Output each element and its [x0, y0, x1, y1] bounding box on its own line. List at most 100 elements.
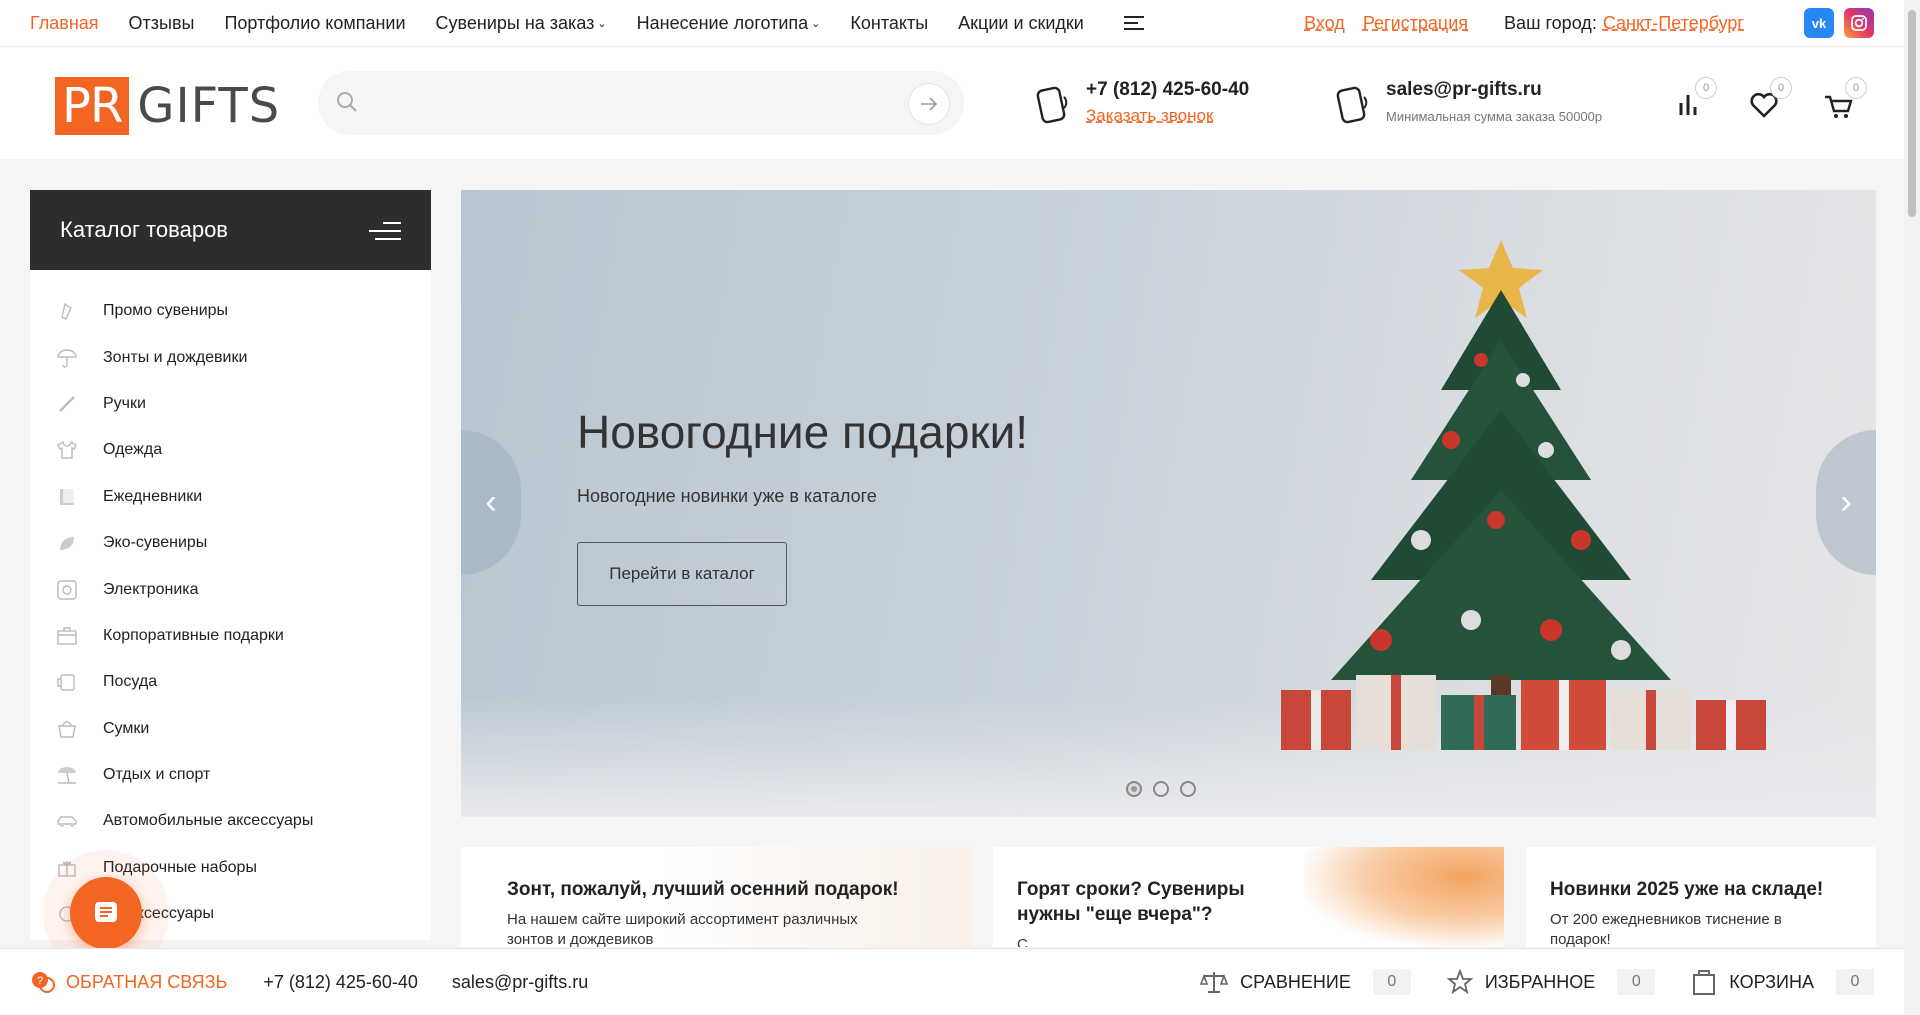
search-icon [337, 92, 357, 112]
catalog-item-label: Посуда [103, 673, 158, 691]
header-email[interactable]: sales@pr-gifts.ru [1386, 79, 1602, 101]
site-logo[interactable]: PR GIFTS [55, 77, 280, 135]
bottom-favorites-button[interactable]: ИЗБРАННОЕ 0 [1446, 969, 1656, 995]
umbrella-icon [56, 347, 78, 369]
slider-prev-button[interactable]: ‹ [461, 430, 521, 575]
chevron-down-icon: ⌄ [811, 17, 821, 30]
bottom-cart-label: КОРЗИНА [1729, 971, 1814, 992]
promo-card-title: Горят сроки? Сувениры нужны "еще вчера"? [1017, 879, 1245, 925]
search-submit-button[interactable] [908, 83, 950, 125]
slider-dot-1[interactable] [1126, 781, 1142, 797]
catalog-item-label: Отдых и спорт [103, 766, 211, 784]
catalog-item[interactable]: Корпоративные подарки [30, 613, 431, 659]
bottom-cart-button[interactable]: КОРЗИНА 0 [1691, 968, 1874, 996]
catalog-item[interactable]: Промо сувениры [30, 288, 431, 334]
header-icons: 0 0 0 [1634, 77, 1867, 125]
mug-icon [56, 671, 78, 693]
electronics-icon [56, 579, 78, 601]
promo-card-title: Новинки 2025 уже на складе! [1550, 879, 1824, 900]
nav-promotions[interactable]: Акции и скидки [958, 13, 1084, 34]
login-link[interactable]: Вход [1304, 13, 1345, 34]
nav-logo-printing-label: Нанесение логотипа [636, 12, 809, 33]
bottom-compare-button[interactable]: СРАВНЕНИЕ 0 [1200, 969, 1411, 995]
callback-link[interactable]: Заказать звонок [1086, 106, 1249, 126]
catalog-item[interactable]: Электроника [30, 566, 431, 612]
banner-subtitle: Новогодние новинки уже в каталоге [577, 486, 877, 506]
favorites-counter: 0 [1770, 77, 1792, 99]
catalog-item-label: Промо сувениры [103, 302, 229, 320]
favorites-button[interactable]: 0 [1744, 77, 1792, 125]
bottom-favorites-label: ИЗБРАННОЕ [1484, 971, 1596, 992]
city-selector[interactable]: Санкт-Петербург [1603, 13, 1744, 34]
cart-button[interactable]: 0 [1819, 77, 1867, 125]
catalog-header[interactable]: Каталог товаров [30, 190, 431, 270]
promo-icon [56, 300, 78, 322]
catalog-sidebar: Каталог товаров Промо сувениры Зонты и д… [30, 190, 431, 940]
catalog-item[interactable]: Ручки [30, 381, 431, 427]
bottom-actions: СРАВНЕНИЕ 0 ИЗБРАННОЕ 0 КОРЗИНА 0 [1164, 968, 1874, 996]
hero-banner: Новогодние подарки! Новогодние новинки у… [461, 190, 1876, 817]
nav-custom-souvenirs[interactable]: Сувениры на заказ ⌄ [436, 13, 607, 34]
phone-icon [1036, 86, 1068, 124]
compare-button[interactable]: 0 [1669, 77, 1717, 125]
catalog-item[interactable]: Отдых и спорт [30, 752, 431, 798]
slider-dot-2[interactable] [1153, 781, 1169, 797]
christmas-tree-image [1281, 240, 1766, 750]
promo-card[interactable]: Новинки 2025 уже на складе! От 200 ежедн… [1526, 847, 1876, 947]
catalog-item[interactable]: Сумки [30, 706, 431, 752]
catalog-item-label: Ручки [103, 394, 146, 412]
promo-card[interactable]: Зонт, пожалуй, лучший осенний подарок! Н… [461, 847, 972, 947]
banner-title: Новогодние подарки! [577, 406, 1029, 458]
catalog-item-label: Зонты и дождевики [103, 348, 248, 366]
scales-icon [1200, 972, 1229, 993]
slider-dots [1126, 781, 1207, 797]
promo-card-text: С [1017, 936, 1028, 947]
city-label: Ваш город: [1504, 12, 1597, 33]
nav-contacts[interactable]: Контакты [850, 13, 928, 34]
catalog-item[interactable]: Зонты и дождевики [30, 334, 431, 380]
footer-phone[interactable]: +7 (812) 425-60-40 [263, 972, 418, 993]
promo-card-title: Зонт, пожалуй, лучший осенний подарок! [507, 879, 899, 900]
catalog-item[interactable]: Эко-сувениры [30, 520, 431, 566]
header-phone[interactable]: +7 (812) 425-60-40 [1086, 79, 1249, 101]
logo-gifts: GIFTS [137, 78, 281, 134]
catalog-item-label: Автомобильные аксессуары [103, 812, 314, 830]
scrollbar-thumb[interactable] [1908, 10, 1916, 217]
search-input[interactable] [374, 83, 894, 123]
catalog-item[interactable]: Автомобильные аксессуары [30, 798, 431, 844]
register-link[interactable]: Регистрация [1363, 13, 1468, 34]
chevron-left-icon: ‹ [485, 483, 497, 521]
cart-counter: 0 [1845, 77, 1867, 99]
footer-email[interactable]: sales@pr-gifts.ru [452, 972, 588, 993]
vk-icon[interactable]: vk [1804, 8, 1834, 38]
feedback-button[interactable]: ? ОБРАТНАЯ СВЯЗЬ [30, 970, 227, 994]
mobile-icon [1336, 86, 1368, 124]
site-header: PR GIFTS +7 (812) 425-60-40 Заказать зво… [0, 46, 1904, 159]
nav-home[interactable]: Главная [30, 13, 99, 34]
bottom-bar: ? ОБРАТНАЯ СВЯЗЬ +7 (812) 425-60-40 sale… [0, 948, 1904, 1015]
chat-button[interactable] [70, 877, 142, 949]
beach-icon [56, 764, 78, 786]
catalog-item-label: Ежедневники [103, 487, 203, 505]
nav-logo-printing[interactable]: Нанесение логотипа ⌄ [637, 13, 821, 34]
catalog-item[interactable]: Ежедневники [30, 474, 431, 520]
leaf-icon [56, 532, 78, 554]
catalog-list: Промо сувениры Зонты и дождевики Ручки О… [30, 270, 431, 937]
catalog-item-label: Корпоративные подарки [103, 626, 284, 644]
banner-catalog-button[interactable]: Перейти в каталог [577, 542, 787, 606]
top-navigation: Главная Отзывы Портфолио компании Сувени… [0, 0, 1904, 46]
page-scrollbar[interactable] [1904, 0, 1920, 1015]
logo-pr: PR [55, 77, 130, 135]
catalog-item[interactable]: Одежда [30, 427, 431, 473]
catalog-item[interactable]: Посуда [30, 659, 431, 705]
more-menu-icon[interactable] [1123, 12, 1144, 34]
nav-reviews[interactable]: Отзывы [129, 13, 195, 34]
promo-card-image [1304, 847, 1504, 947]
nav-custom-souvenirs-label: Сувениры на заказ [435, 12, 595, 33]
notebook-icon [56, 486, 78, 508]
chat-icon [95, 902, 117, 922]
nav-portfolio[interactable]: Портфолио компании [224, 13, 405, 34]
slider-dot-3[interactable] [1180, 781, 1196, 797]
instagram-icon[interactable] [1844, 8, 1874, 38]
promo-card[interactable]: Горят сроки? Сувениры нужны "еще вчера"?… [993, 847, 1504, 947]
